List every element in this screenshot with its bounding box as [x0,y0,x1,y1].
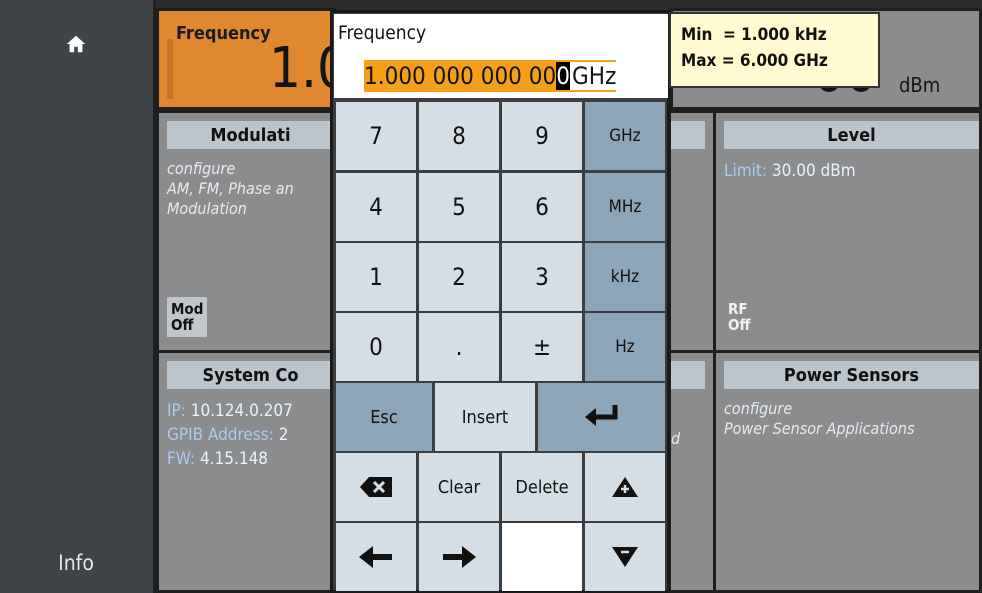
system-config-tile[interactable]: System Co IP: 10.124.0.207 GPIB Address:… [156,350,337,593]
key-plus-minus[interactable]: ± [502,313,582,381]
key-backspace[interactable] [336,453,416,521]
system-ip-key: IP: [167,401,186,421]
key-1[interactable]: 1 [336,243,416,311]
range-tooltip: Min = 1.000 kHz Max = 6.000 GHz [669,12,880,88]
key-5[interactable]: 5 [419,173,499,241]
rf-state-button[interactable]: RF Off [724,297,764,337]
system-ip: IP: 10.124.0.207 [167,399,293,423]
key-increment[interactable] [585,453,665,521]
mid-tile-partial-header-lower [671,361,705,389]
mod-state-line2: Off [171,316,194,334]
key-0[interactable]: 0 [336,313,416,381]
mid-tile-partial-header [671,121,705,149]
key-2[interactable]: 2 [419,243,499,311]
frequency-entry-value[interactable]: 1.000 000 000 000GHz [364,60,617,92]
key-hz[interactable]: Hz [585,313,665,381]
system-gpib: GPIB Address: 2 [167,423,289,447]
power-sensors-desc-configure: configure [724,399,793,418]
key-blank[interactable] [502,523,582,591]
tooltip-min: Min = 1.000 kHz [681,25,827,45]
home-button[interactable] [0,8,152,80]
system-config-title: System Co [167,361,334,389]
rf-state-line2: Off [728,316,751,334]
modulation-desc-configure: configure [167,159,236,178]
level-limit-key: Limit: [724,161,768,181]
system-fw: FW: 4.15.148 [167,447,268,471]
system-fw-value: 4.15.148 [195,449,269,469]
level-tile-title: Level [724,121,979,149]
key-esc[interactable]: Esc [336,383,432,451]
left-rail [0,0,156,593]
level-limit-value: 30.00 dBm [767,161,856,181]
level-top-unit: dBm [899,73,941,97]
key-decrement[interactable] [585,523,665,591]
key-4[interactable]: 4 [336,173,416,241]
power-sensors-title: Power Sensors [724,361,979,389]
frequency-entry-digits: 1.000 000 000 00 [364,62,557,90]
key-8[interactable]: 8 [419,102,499,170]
mod-state-button[interactable]: Mod Off [167,297,207,337]
system-gpib-value: 2 [273,425,289,445]
modulation-desc-modulation: Modulation [167,199,247,218]
key-khz[interactable]: kHz [585,243,665,311]
modulation-tile-title: Modulati [167,121,334,149]
mid-tile-fragment: d [671,429,681,448]
level-tile[interactable]: Level Limit: 30.00 dBm RF Off [713,110,982,353]
key-insert[interactable]: Insert [435,383,535,451]
triangle-up-plus-icon [612,477,638,497]
key-ghz[interactable]: GHz [585,102,665,170]
frequency-entry-title: Frequency [338,22,427,44]
key-9[interactable]: 9 [502,102,582,170]
key-6[interactable]: 6 [502,173,582,241]
frequency-entry-caret-digit: 0 [556,62,570,90]
system-ip-value: 10.124.0.207 [185,401,293,421]
modulation-tile[interactable]: Modulati configure AM, FM, Phase an Modu… [156,110,337,353]
triangle-down-minus-icon [612,547,638,567]
key-3[interactable]: 3 [502,243,582,311]
backspace-icon [360,477,392,497]
frequency-entry-unit: GHz [569,62,617,90]
tooltip-max: Max = 6.000 GHz [681,51,828,71]
enter-icon [584,405,617,426]
key-enter[interactable] [538,383,665,451]
key-delete[interactable]: Delete [502,453,582,521]
modulation-desc-types: AM, FM, Phase an [167,179,294,198]
mod-state-line1: Mod [171,300,204,318]
info-button[interactable]: Info [0,532,152,593]
home-icon [66,35,86,53]
frequency-tile-label: Frequency [176,23,271,44]
system-gpib-key: GPIB Address: [167,425,274,445]
key-cursor-right[interactable] [419,523,499,591]
system-fw-key: FW: [167,449,196,469]
frequency-tile[interactable]: Frequency 1.0 [156,8,349,110]
power-sensors-desc-apps: Power Sensor Applications [724,419,915,438]
mid-tile-partial-lower: d [668,350,716,593]
rf-state-line1: RF [728,300,748,318]
arrow-left-icon [359,546,392,568]
level-limit: Limit: 30.00 dBm [724,159,856,183]
key-clear[interactable]: Clear [419,453,499,521]
arrow-right-icon [443,546,476,568]
key-7[interactable]: 7 [336,102,416,170]
key-mhz[interactable]: MHz [585,173,665,241]
key-decimal-point[interactable]: . [419,313,499,381]
mid-tile-partial-upper [668,110,716,353]
key-cursor-left[interactable] [336,523,416,591]
power-sensors-tile[interactable]: Power Sensors configure Power Sensor App… [713,350,982,593]
frequency-tile-inner-border [167,39,173,99]
frequency-entry-field[interactable]: Frequency 1.000 000 000 000GHz [334,14,668,98]
